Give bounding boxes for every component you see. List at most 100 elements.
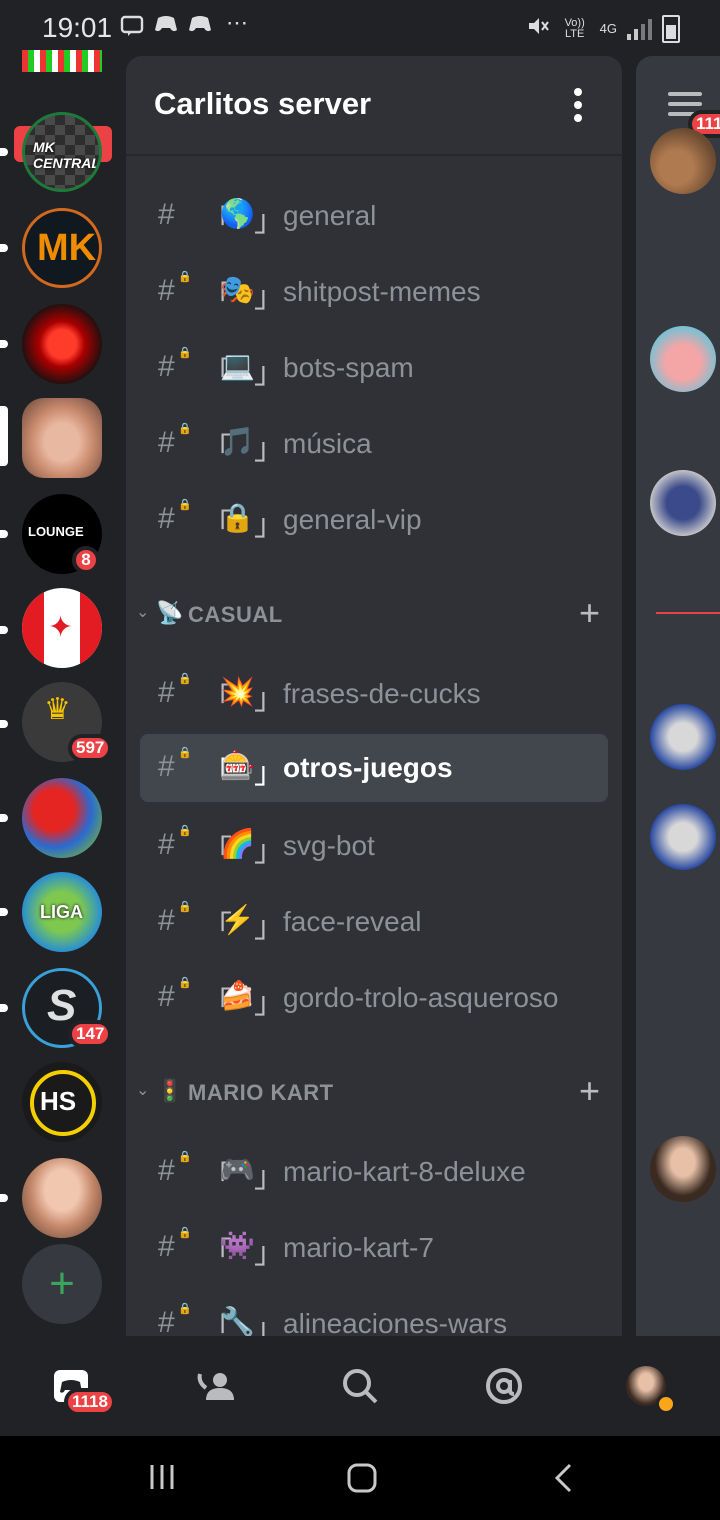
channel-list: Carlitos server # 「 🌎 」 general # 🔒 「 🎭 … bbox=[126, 56, 622, 1336]
channel-bots-spam[interactable]: # 🔒 「 💻 」 bots-spam bbox=[140, 334, 608, 402]
channel-alineaciones-wars[interactable]: # 🔒 「 🔧 」 alineaciones-wars bbox=[140, 1290, 608, 1336]
lock-icon: 🔒 bbox=[178, 825, 192, 837]
server-icon-mk-central[interactable]: MK CENTRAL bbox=[22, 112, 102, 192]
member-avatar[interactable] bbox=[650, 470, 716, 536]
category-name: CASUAL bbox=[188, 602, 283, 627]
mention-badge: 147 bbox=[68, 1020, 113, 1048]
hash-icon: # bbox=[158, 828, 175, 861]
unread-indicator bbox=[0, 1004, 8, 1012]
channel-general-vip[interactable]: # 🔒 「 🔒 」 general-vip bbox=[140, 486, 608, 554]
member-avatar[interactable] bbox=[650, 1136, 716, 1202]
channel-name: alineaciones-wars bbox=[283, 1308, 508, 1336]
status-icons: Vo)) LTE 4G bbox=[526, 14, 680, 43]
member-avatar[interactable] bbox=[650, 804, 716, 870]
channel-emoji: 🎮 bbox=[220, 1154, 255, 1185]
chat-panel-peek[interactable]: 1118 bbox=[636, 56, 720, 1336]
system-navigation-bar bbox=[0, 1436, 720, 1520]
member-avatar[interactable] bbox=[650, 128, 716, 194]
battery-icon bbox=[662, 14, 680, 43]
hash-icon: # bbox=[158, 1154, 175, 1187]
channel-otros-juegos[interactable]: # 🔒 「 🎰 」 otros-juegos bbox=[140, 734, 608, 802]
channel-musica[interactable]: # 🔒 「 🎵 」 música bbox=[140, 410, 608, 478]
mentions-icon[interactable] bbox=[484, 1366, 524, 1406]
channel-name: svg-bot bbox=[283, 830, 375, 861]
channel-emoji: 🌈 bbox=[220, 828, 255, 859]
server-icon-partial[interactable] bbox=[22, 50, 102, 72]
discord-notification-icon bbox=[120, 14, 144, 44]
new-messages-divider bbox=[656, 612, 720, 614]
channel-emoji: 💥 bbox=[220, 676, 255, 707]
unread-indicator bbox=[0, 530, 8, 538]
channel-emoji: ⚡ bbox=[220, 904, 255, 935]
recent-apps-icon[interactable] bbox=[148, 1462, 176, 1499]
channel-face-reveal[interactable]: # 🔒 「 ⚡ 」 face-reveal bbox=[140, 888, 608, 956]
channel-name: mario-kart-7 bbox=[283, 1232, 434, 1263]
lock-icon: 🔒 bbox=[178, 747, 192, 759]
channel-mario-kart-8-deluxe[interactable]: # 🔒 「 🎮 」 mario-kart-8-deluxe bbox=[140, 1138, 608, 1206]
category-name: MARIO KART bbox=[188, 1080, 334, 1105]
search-icon[interactable] bbox=[340, 1366, 380, 1406]
friends-icon[interactable] bbox=[196, 1366, 236, 1406]
member-avatar[interactable] bbox=[650, 326, 716, 392]
hash-icon: # bbox=[158, 274, 175, 307]
server-icon-phoenix-team[interactable] bbox=[22, 304, 102, 384]
signal-icon bbox=[627, 18, 652, 40]
volte-icon: Vo)) LTE bbox=[564, 16, 585, 40]
server-icon-carlitos-server[interactable] bbox=[22, 398, 102, 478]
unread-indicator bbox=[0, 340, 8, 348]
channel-name: gordo-trolo-asqueroso bbox=[283, 982, 559, 1013]
hash-icon: # bbox=[158, 904, 175, 937]
server-icon-hs[interactable]: HS bbox=[22, 1062, 102, 1142]
server-menu-icon[interactable] bbox=[574, 88, 584, 127]
unread-indicator bbox=[0, 908, 8, 916]
channel-emoji: 💻 bbox=[220, 350, 255, 381]
unread-indicator bbox=[0, 148, 8, 156]
lock-icon: 🔒 bbox=[178, 347, 192, 359]
channel-svg-bot[interactable]: # 🔒 「 🌈 」 svg-bot bbox=[140, 812, 608, 880]
channel-mario-kart-7[interactable]: # 🔒 「 👾 」 mario-kart-7 bbox=[140, 1214, 608, 1282]
channel-emoji: 🎭 bbox=[220, 274, 255, 305]
lock-icon: 🔒 bbox=[178, 271, 192, 283]
status-bar: 19:01 ⋯ Vo)) LTE 4G bbox=[0, 0, 720, 56]
server-icon-liga-latinoamerica[interactable]: LIGA bbox=[22, 872, 102, 952]
server-icon-user-photo[interactable] bbox=[22, 1158, 102, 1238]
channel-shitpost-memes[interactable]: # 🔒 「 🎭 」 shitpost-memes bbox=[140, 258, 608, 326]
home-button-icon[interactable] bbox=[346, 1462, 378, 1502]
server-header[interactable]: Carlitos server bbox=[126, 56, 622, 156]
network-type-icon: 4G bbox=[599, 21, 617, 36]
channel-name: face-reveal bbox=[283, 906, 422, 937]
server-icon-mk-universal[interactable]: MK bbox=[22, 208, 102, 288]
category-mario-kart[interactable]: ⌄ 🚦 MARIO KART + bbox=[126, 1068, 622, 1118]
hash-icon: # bbox=[158, 1306, 175, 1336]
server-list: NUEV( ↑ MK CENTRAL MK LOUNGE 8 ✦ ♛ 597 L… bbox=[0, 50, 126, 1336]
chevron-down-icon: ⌄ bbox=[136, 1082, 150, 1099]
status-time: 19:01 bbox=[42, 12, 113, 43]
server-icon-canada[interactable]: ✦ bbox=[22, 588, 102, 668]
member-avatar[interactable] bbox=[650, 704, 716, 770]
mention-badge: 8 bbox=[72, 546, 100, 574]
channel-name: música bbox=[283, 428, 372, 459]
gamepad-notification-icon bbox=[188, 14, 212, 40]
channel-general[interactable]: # 「 🌎 」 general bbox=[140, 182, 608, 250]
lock-icon: 🔒 bbox=[178, 673, 192, 685]
unread-indicator bbox=[0, 626, 8, 634]
add-server-button[interactable]: + bbox=[22, 1244, 102, 1324]
channel-emoji: 🎰 bbox=[220, 750, 255, 781]
add-channel-button[interactable]: + bbox=[579, 592, 600, 634]
channel-name: frases-de-cucks bbox=[283, 678, 481, 709]
unread-indicator bbox=[0, 244, 8, 252]
add-channel-button[interactable]: + bbox=[579, 1070, 600, 1112]
channel-frases-de-cucks[interactable]: # 🔒 「 💥 」 frases-de-cucks bbox=[140, 660, 608, 728]
channel-gordo-trolo-asqueroso[interactable]: # 🔒 「 🍰 」 gordo-trolo-asqueroso bbox=[140, 964, 608, 1032]
channel-name: mario-kart-8-deluxe bbox=[283, 1156, 526, 1187]
server-icon-mario[interactable] bbox=[22, 778, 102, 858]
mute-icon bbox=[526, 14, 550, 43]
mention-badge: 597 bbox=[68, 734, 113, 762]
channel-emoji: 🌎 bbox=[220, 198, 255, 229]
hash-icon: # bbox=[158, 750, 175, 783]
category-casual[interactable]: ⌄ 📡 CASUAL + bbox=[126, 590, 622, 640]
back-icon[interactable] bbox=[552, 1462, 576, 1502]
hash-icon: # bbox=[158, 676, 175, 709]
category-emoji: 🚦 bbox=[156, 1078, 184, 1103]
channel-name: general-vip bbox=[283, 504, 422, 535]
